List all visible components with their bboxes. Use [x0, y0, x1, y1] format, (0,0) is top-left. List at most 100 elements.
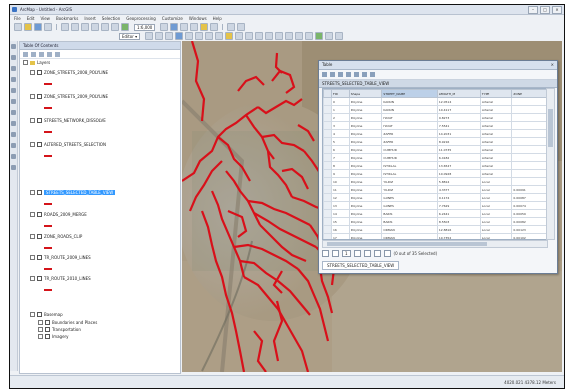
identify-icon[interactable]	[255, 32, 264, 40]
table-cell[interactable]: Arterial	[479, 113, 513, 122]
table-row[interactable]: 7 Polyline CUMHUR 6.4182 Arterial	[323, 153, 547, 162]
table-cell[interactable]: HAYAT	[381, 113, 438, 122]
table-cell[interactable]: 10.0928	[436, 169, 481, 178]
row-selector[interactable]	[323, 129, 332, 138]
table-cell[interactable]: YILDIZ	[381, 177, 438, 186]
toc-layer[interactable]: STREETS_NETWORK_DISSOLVE	[30, 118, 106, 123]
list-by-selection-icon[interactable]	[47, 51, 52, 57]
table-cell[interactable]: 0.00087	[511, 193, 547, 202]
menu-bookmarks[interactable]: Bookmarks	[56, 16, 78, 21]
table-cell[interactable]: 4.3377	[436, 185, 481, 194]
table-cell[interactable]: 9.1174	[436, 193, 481, 202]
table-cell[interactable]	[511, 113, 547, 122]
table-cell[interactable]: 0	[331, 97, 350, 106]
table-cell[interactable]: BARIS	[381, 217, 438, 226]
toc-basemap-item[interactable]: Transportation	[38, 327, 81, 332]
table-cell[interactable]: HAYAT	[381, 121, 438, 130]
table-cell[interactable]: 8.5503	[436, 217, 481, 226]
table-cell[interactable]: Polyline	[348, 185, 383, 194]
list-by-drawing-order-icon[interactable]	[23, 51, 28, 57]
expand-icon[interactable]	[30, 255, 35, 260]
table-cell[interactable]: ZAFER	[381, 137, 438, 146]
next-record-button[interactable]	[353, 249, 361, 257]
row-selector[interactable]	[323, 161, 332, 170]
layer-visibility-checkbox[interactable]	[37, 142, 42, 147]
table-cell[interactable]: 5.8814	[436, 177, 481, 186]
table-row[interactable]: 13 Polyline GUNES 7.7629 Local 0.00074	[323, 201, 547, 210]
expand-icon[interactable]	[30, 118, 35, 123]
layer-visibility-checkbox[interactable]	[37, 190, 42, 195]
previous-record-button[interactable]	[332, 249, 339, 257]
help-icon[interactable]	[237, 23, 246, 31]
scrollbar-thumb[interactable]	[548, 109, 553, 147]
toc-layer[interactable]: TR_ROUTE_2009_LINES	[30, 255, 91, 260]
layer-visibility-checkbox[interactable]	[37, 234, 42, 239]
table-cell[interactable]	[511, 145, 547, 154]
editor-toolbar-icon[interactable]	[160, 23, 169, 31]
table-cell[interactable]: 7	[331, 153, 350, 162]
row-selector[interactable]	[323, 137, 332, 146]
table-options-icon[interactable]	[322, 72, 327, 77]
menu-geoprocessing[interactable]: Geoprocessing	[126, 16, 156, 21]
menu-windows[interactable]: Windows	[189, 16, 207, 21]
layer-visibility-checkbox[interactable]	[45, 327, 50, 332]
table-cell[interactable]: Polyline	[348, 153, 383, 162]
redo-icon[interactable]	[111, 23, 119, 31]
table-cell[interactable]: 13.6547	[436, 161, 481, 170]
table-cell[interactable]: Polyline	[348, 105, 383, 114]
search-icon[interactable]	[190, 23, 199, 31]
expand-icon[interactable]	[30, 276, 35, 281]
row-selector[interactable]	[323, 145, 332, 154]
table-cell[interactable]: Polyline	[348, 177, 383, 186]
menu-selection[interactable]: Selection	[102, 16, 120, 21]
table-cell[interactable]: 10	[331, 177, 350, 186]
toc-layer[interactable]: ZONE_STREETS_2009_POLYLINE	[30, 94, 108, 99]
table-cell[interactable]: Polyline	[348, 217, 383, 226]
scrollbar-thumb[interactable]	[327, 242, 487, 246]
table-cell[interactable]: 1	[331, 105, 350, 114]
column-header[interactable]: ZONE	[511, 89, 547, 98]
python-icon[interactable]	[210, 23, 219, 31]
fixed-zoom-in-icon[interactable]	[185, 32, 194, 40]
table-cell[interactable]: ISTIKLAL	[381, 169, 438, 178]
toc-root-layers[interactable]: Layers	[23, 60, 50, 65]
collapse-icon[interactable]	[23, 60, 28, 65]
table-cell[interactable]: 7.7629	[436, 201, 481, 210]
table-cell[interactable]	[511, 97, 547, 106]
expand-icon[interactable]	[38, 327, 43, 332]
last-record-button[interactable]	[363, 249, 371, 257]
editor-menu[interactable]: Editor ▾	[119, 32, 141, 40]
table-cell[interactable]: GUNES	[381, 193, 438, 202]
find-icon[interactable]	[265, 32, 274, 40]
close-button[interactable]: ×	[552, 6, 562, 14]
table-cell[interactable]: Polyline	[348, 201, 383, 210]
time-slider-icon[interactable]	[305, 32, 314, 40]
delete-selected-icon[interactable]	[370, 72, 375, 77]
row-selector[interactable]	[323, 113, 332, 122]
table-cell[interactable]: KANUN	[381, 97, 438, 106]
copy-icon[interactable]	[71, 23, 79, 31]
zoom-out-icon[interactable]	[155, 32, 164, 40]
table-cell[interactable]: Arterial	[479, 105, 513, 114]
horizontal-scrollbar[interactable]	[322, 240, 548, 248]
column-header[interactable]: FID	[331, 89, 350, 98]
toc-basemap-group[interactable]: Basemap	[30, 312, 63, 317]
table-tab[interactable]: STREETS_SELECTED_TABLE_VIEW	[322, 261, 400, 270]
expand-icon[interactable]	[30, 212, 35, 217]
go-to-xy-icon[interactable]	[11, 143, 16, 148]
table-row[interactable]: 14 Polyline BARIS 6.2441 Local 0.00059	[323, 209, 547, 218]
expand-icon[interactable]	[30, 190, 35, 195]
table-row[interactable]: 6 Polyline CUMHUR 11.0735 Arterial	[323, 145, 547, 154]
list-by-visibility-icon[interactable]	[39, 51, 44, 57]
toc-basemap-item[interactable]: Boundaries and Places	[38, 320, 97, 325]
table-cell[interactable]: 8	[331, 161, 350, 170]
row-selector[interactable]	[323, 121, 332, 130]
swipe-icon[interactable]	[11, 154, 16, 159]
table-row[interactable]: 0 Polyline KANUN 12.0514 Arterial	[323, 97, 547, 106]
cut-icon[interactable]	[61, 23, 69, 31]
layer-visibility-checkbox[interactable]	[37, 276, 42, 281]
table-cell[interactable]	[511, 153, 547, 162]
minimize-button[interactable]: –	[528, 6, 538, 14]
row-selector[interactable]	[323, 209, 332, 218]
table-cell[interactable]: Local	[479, 209, 513, 218]
